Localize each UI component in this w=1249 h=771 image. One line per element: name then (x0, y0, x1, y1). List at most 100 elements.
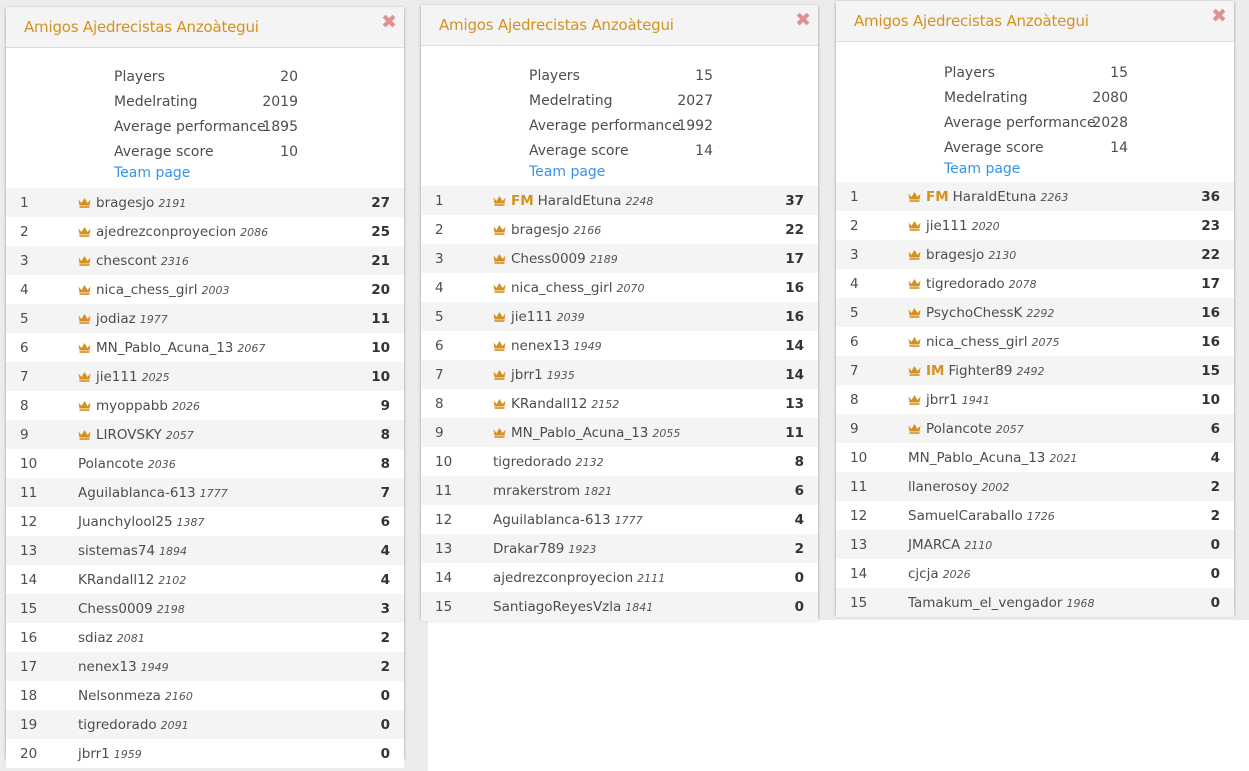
player-row[interactable]: 7 jie111 2025 10 (6, 362, 404, 391)
player-row[interactable]: 2 jie111 2020 23 (836, 211, 1234, 240)
player-row[interactable]: 13 sistemas74 1894 4 (6, 536, 404, 565)
player-row[interactable]: 12 Aguilablanca-613 1777 4 (421, 505, 818, 534)
player-name-link[interactable]: SamuelCaraballo (908, 508, 1023, 524)
player-name-link[interactable]: llanerosoy (908, 479, 977, 495)
player-name-link[interactable]: jbrr1 (926, 392, 958, 408)
player-name-link[interactable]: mrakerstrom (493, 483, 580, 499)
player-name-link[interactable]: sistemas74 (78, 543, 155, 559)
player-name-link[interactable]: Polancote (926, 421, 992, 437)
player-row[interactable]: 5 PsychoChessK 2292 16 (836, 298, 1234, 327)
player-row[interactable]: 7 IM Fighter89 2492 15 (836, 356, 1234, 385)
player-row[interactable]: 14 KRandall12 2102 4 (6, 565, 404, 594)
player-name-link[interactable]: tigredorado (78, 717, 157, 733)
player-name-link[interactable]: Fighter89 (948, 363, 1012, 379)
player-row[interactable]: 6 nica_chess_girl 2075 16 (836, 327, 1234, 356)
player-row[interactable]: 6 MN_Pablo_Acuna_13 2067 10 (6, 333, 404, 362)
player-name-link[interactable]: bragesjo (96, 195, 154, 211)
panel-title[interactable]: Amigos Ajedrecistas Anzoàtegui (24, 18, 259, 36)
player-name-link[interactable]: ajedrezconproyecion (96, 224, 236, 240)
player-row[interactable]: 12 Juanchylool25 1387 6 (6, 507, 404, 536)
player-name-link[interactable]: Chess0009 (511, 251, 586, 267)
player-name-link[interactable]: tigredorado (493, 454, 572, 470)
player-row[interactable]: 14 ajedrezconproyecion 2111 0 (421, 563, 818, 592)
player-name-link[interactable]: nenex13 (78, 659, 137, 675)
player-row[interactable]: 12 SamuelCaraballo 1726 2 (836, 501, 1234, 530)
player-row[interactable]: 11 Aguilablanca-613 1777 7 (6, 478, 404, 507)
player-row[interactable]: 1 bragesjo 2191 27 (6, 188, 404, 217)
team-page-link[interactable]: Team page (114, 165, 190, 181)
player-name-link[interactable]: HaraldEtuna (538, 193, 622, 209)
close-icon[interactable]: ✖ (381, 11, 397, 33)
player-row[interactable]: 15 Chess0009 2198 3 (6, 594, 404, 623)
player-row[interactable]: 2 bragesjo 2166 22 (421, 215, 818, 244)
player-name-link[interactable]: bragesjo (926, 247, 984, 263)
player-row[interactable]: 9 MN_Pablo_Acuna_13 2055 11 (421, 418, 818, 447)
player-name-link[interactable]: jie111 (926, 218, 968, 234)
player-name-link[interactable]: Tamakum_el_vengador (908, 595, 1062, 611)
player-name-link[interactable]: jbrr1 (78, 746, 110, 762)
player-row[interactable]: 4 nica_chess_girl 2070 16 (421, 273, 818, 302)
player-row[interactable]: 8 myoppabb 2026 9 (6, 391, 404, 420)
player-name-link[interactable]: nica_chess_girl (96, 282, 197, 298)
player-name-link[interactable]: Nelsonmeza (78, 688, 161, 704)
player-row[interactable]: 20 jbrr1 1959 0 (6, 739, 404, 768)
player-name-link[interactable]: Polancote (78, 456, 144, 472)
player-name-link[interactable]: LIROVSKY (96, 427, 162, 443)
player-row[interactable]: 1 FM HaraldEtuna 2263 36 (836, 182, 1234, 211)
player-row[interactable]: 15 Tamakum_el_vengador 1968 0 (836, 588, 1234, 617)
player-name-link[interactable]: KRandall12 (511, 396, 587, 412)
player-row[interactable]: 10 tigredorado 2132 8 (421, 447, 818, 476)
player-name-link[interactable]: tigredorado (926, 276, 1005, 292)
player-row[interactable]: 2 ajedrezconproyecion 2086 25 (6, 217, 404, 246)
player-row[interactable]: 18 Nelsonmeza 2160 0 (6, 681, 404, 710)
player-name-link[interactable]: cjcja (908, 566, 939, 582)
player-name-link[interactable]: sdiaz (78, 630, 113, 646)
player-row[interactable]: 8 KRandall12 2152 13 (421, 389, 818, 418)
panel-title[interactable]: Amigos Ajedrecistas Anzoàtegui (854, 12, 1089, 30)
player-row[interactable]: 5 jodiaz 1977 11 (6, 304, 404, 333)
player-name-link[interactable]: Drakar789 (493, 541, 564, 557)
player-name-link[interactable]: jodiaz (96, 311, 136, 327)
player-row[interactable]: 11 mrakerstrom 1821 6 (421, 476, 818, 505)
player-row[interactable]: 16 sdiaz 2081 2 (6, 623, 404, 652)
player-name-link[interactable]: Aguilablanca-613 (493, 512, 611, 528)
player-name-link[interactable]: nenex13 (511, 338, 570, 354)
player-row[interactable]: 3 chescont 2316 21 (6, 246, 404, 275)
player-row[interactable]: 17 nenex13 1949 2 (6, 652, 404, 681)
player-name-link[interactable]: jie111 (511, 309, 553, 325)
player-name-link[interactable]: JMARCA (908, 537, 960, 553)
player-row[interactable]: 13 JMARCA 2110 0 (836, 530, 1234, 559)
player-row[interactable]: 1 FM HaraldEtuna 2248 37 (421, 186, 818, 215)
close-icon[interactable]: ✖ (795, 9, 811, 31)
close-icon[interactable]: ✖ (1211, 5, 1227, 27)
player-name-link[interactable]: bragesjo (511, 222, 569, 238)
player-name-link[interactable]: jie111 (96, 369, 138, 385)
player-row[interactable]: 7 jbrr1 1935 14 (421, 360, 818, 389)
player-row[interactable]: 6 nenex13 1949 14 (421, 331, 818, 360)
player-row[interactable]: 3 bragesjo 2130 22 (836, 240, 1234, 269)
player-name-link[interactable]: Aguilablanca-613 (78, 485, 196, 501)
player-name-link[interactable]: Juanchylool25 (78, 514, 173, 530)
player-row[interactable]: 11 llanerosoy 2002 2 (836, 472, 1234, 501)
player-name-link[interactable]: MN_Pablo_Acuna_13 (96, 340, 233, 356)
player-row[interactable]: 3 Chess0009 2189 17 (421, 244, 818, 273)
player-name-link[interactable]: jbrr1 (511, 367, 543, 383)
player-row[interactable]: 5 jie111 2039 16 (421, 302, 818, 331)
player-name-link[interactable]: myoppabb (96, 398, 168, 414)
player-name-link[interactable]: nica_chess_girl (926, 334, 1027, 350)
team-page-link[interactable]: Team page (944, 161, 1020, 177)
player-row[interactable]: 14 cjcja 2026 0 (836, 559, 1234, 588)
player-name-link[interactable]: HaraldEtuna (953, 189, 1037, 205)
player-row[interactable]: 9 Polancote 2057 6 (836, 414, 1234, 443)
player-name-link[interactable]: nica_chess_girl (511, 280, 612, 296)
player-row[interactable]: 4 tigredorado 2078 17 (836, 269, 1234, 298)
player-row[interactable]: 8 jbrr1 1941 10 (836, 385, 1234, 414)
player-name-link[interactable]: MN_Pablo_Acuna_13 (511, 425, 648, 441)
player-name-link[interactable]: chescont (96, 253, 157, 269)
panel-title[interactable]: Amigos Ajedrecistas Anzoàtegui (439, 16, 674, 34)
player-row[interactable]: 9 LIROVSKY 2057 8 (6, 420, 404, 449)
player-name-link[interactable]: ajedrezconproyecion (493, 570, 633, 586)
player-name-link[interactable]: KRandall12 (78, 572, 154, 588)
player-row[interactable]: 15 SantiagoReyesVzla 1841 0 (421, 592, 818, 621)
player-row[interactable]: 19 tigredorado 2091 0 (6, 710, 404, 739)
